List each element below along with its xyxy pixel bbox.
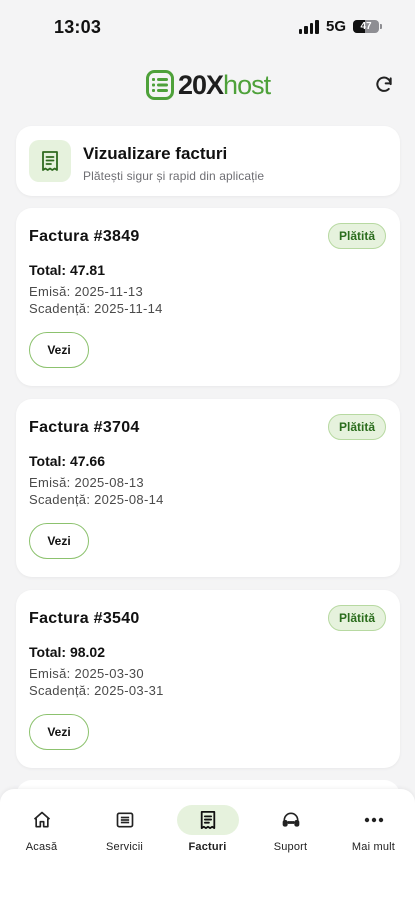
status-indicators: 5G 47 bbox=[298, 18, 382, 35]
view-invoice-button[interactable]: Vezi bbox=[29, 332, 89, 368]
invoice-total: Total: 47.81 bbox=[29, 262, 105, 278]
page-subtitle: Plătești sigur și rapid din aplicație bbox=[83, 169, 265, 183]
view-invoice-button[interactable]: Vezi bbox=[29, 523, 89, 559]
more-icon bbox=[364, 817, 383, 823]
invoice-due-date: Scadență: 2025-03-31 bbox=[29, 683, 164, 698]
nav-tab-invoices[interactable]: Facturi bbox=[166, 789, 249, 859]
nav-label: Acasă bbox=[25, 841, 58, 853]
network-label: 5G bbox=[325, 18, 346, 35]
home-icon bbox=[33, 811, 50, 828]
invoice-total: Total: 98.02 bbox=[29, 644, 105, 660]
refresh-icon bbox=[376, 76, 392, 92]
nav-label: Mai mult bbox=[351, 841, 396, 853]
invoice-card: Factura #3849 Plătită Total: 47.81 Emisă… bbox=[16, 208, 400, 386]
invoice-icon bbox=[200, 811, 215, 829]
invoice-due-date: Scadență: 2025-11-14 bbox=[29, 301, 163, 316]
invoice-total: Total: 47.66 bbox=[29, 453, 105, 469]
invoice-card: Factura #3540 Plătită Total: 98.02 Emisă… bbox=[16, 590, 400, 768]
page-title: Vizualizare facturi bbox=[83, 144, 228, 163]
invoice-title: Factura #3704 bbox=[29, 419, 140, 436]
invoice-issued-date: Emisă: 2025-03-30 bbox=[29, 666, 144, 681]
battery-level: 47 bbox=[360, 21, 372, 32]
invoice-icon bbox=[29, 140, 71, 182]
status-badge: Plătită bbox=[327, 223, 386, 249]
invoice-issued-date: Emisă: 2025-08-13 bbox=[29, 475, 144, 490]
refresh-button[interactable] bbox=[371, 72, 397, 98]
status-bar: 13:03 5G 47 bbox=[0, 0, 415, 56]
headset-icon bbox=[282, 812, 299, 827]
invoice-due-date: Scadență: 2025-08-14 bbox=[29, 492, 164, 507]
nav-label: Servicii bbox=[105, 841, 144, 853]
nav-tab-more[interactable]: Mai mult bbox=[332, 789, 415, 859]
list-icon bbox=[116, 812, 133, 828]
view-invoice-button[interactable]: Vezi bbox=[29, 714, 89, 750]
page-header-card: Vizualizare facturi Plătești sigur și ra… bbox=[16, 126, 400, 196]
nav-label: Facturi bbox=[188, 841, 227, 853]
invoice-title: Factura #3540 bbox=[29, 610, 140, 627]
logo-icon bbox=[146, 70, 174, 100]
nav-tab-home[interactable]: Acasă bbox=[0, 789, 83, 859]
nav-tab-services[interactable]: Servicii bbox=[83, 789, 166, 859]
nav-label: Suport bbox=[273, 841, 308, 853]
invoice-issued-date: Emisă: 2025-11-13 bbox=[29, 284, 143, 299]
battery-icon: 47 bbox=[353, 20, 382, 33]
status-time: 13:03 bbox=[54, 17, 102, 37]
status-badge: Plătită bbox=[327, 414, 386, 440]
logo-text-secondary: host bbox=[223, 69, 271, 100]
status-badge: Plătită bbox=[327, 605, 386, 631]
bottom-navigation: Acasă Servicii Facturi Suport Mai mult bbox=[0, 789, 415, 899]
nav-tab-support[interactable]: Suport bbox=[249, 789, 332, 859]
brand-logo: 20Xhost bbox=[146, 67, 271, 103]
invoice-title: Factura #3849 bbox=[29, 228, 140, 245]
logo-wordmark: 20Xhost bbox=[178, 69, 271, 100]
signal-icon bbox=[298, 19, 319, 34]
logo-text-primary: 20X bbox=[178, 69, 224, 100]
invoice-card: Factura #3704 Plătită Total: 47.66 Emisă… bbox=[16, 399, 400, 577]
